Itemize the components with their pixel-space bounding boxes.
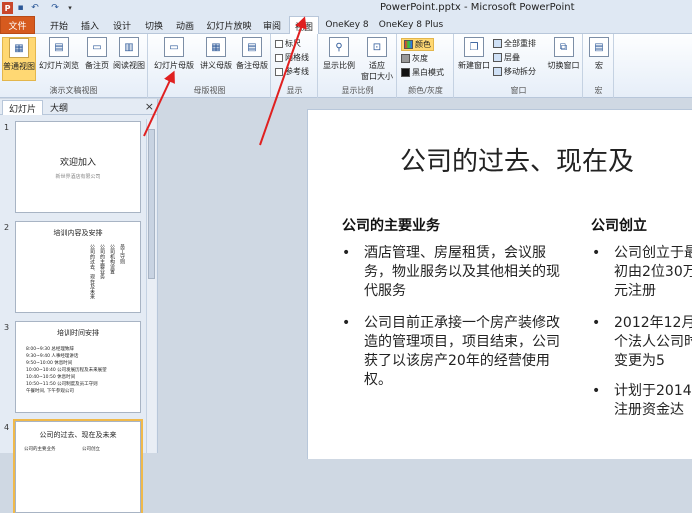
arrow-to-view-tab xyxy=(259,16,307,146)
arrow-to-slide-master xyxy=(143,70,175,137)
annotation-arrows xyxy=(143,16,307,146)
